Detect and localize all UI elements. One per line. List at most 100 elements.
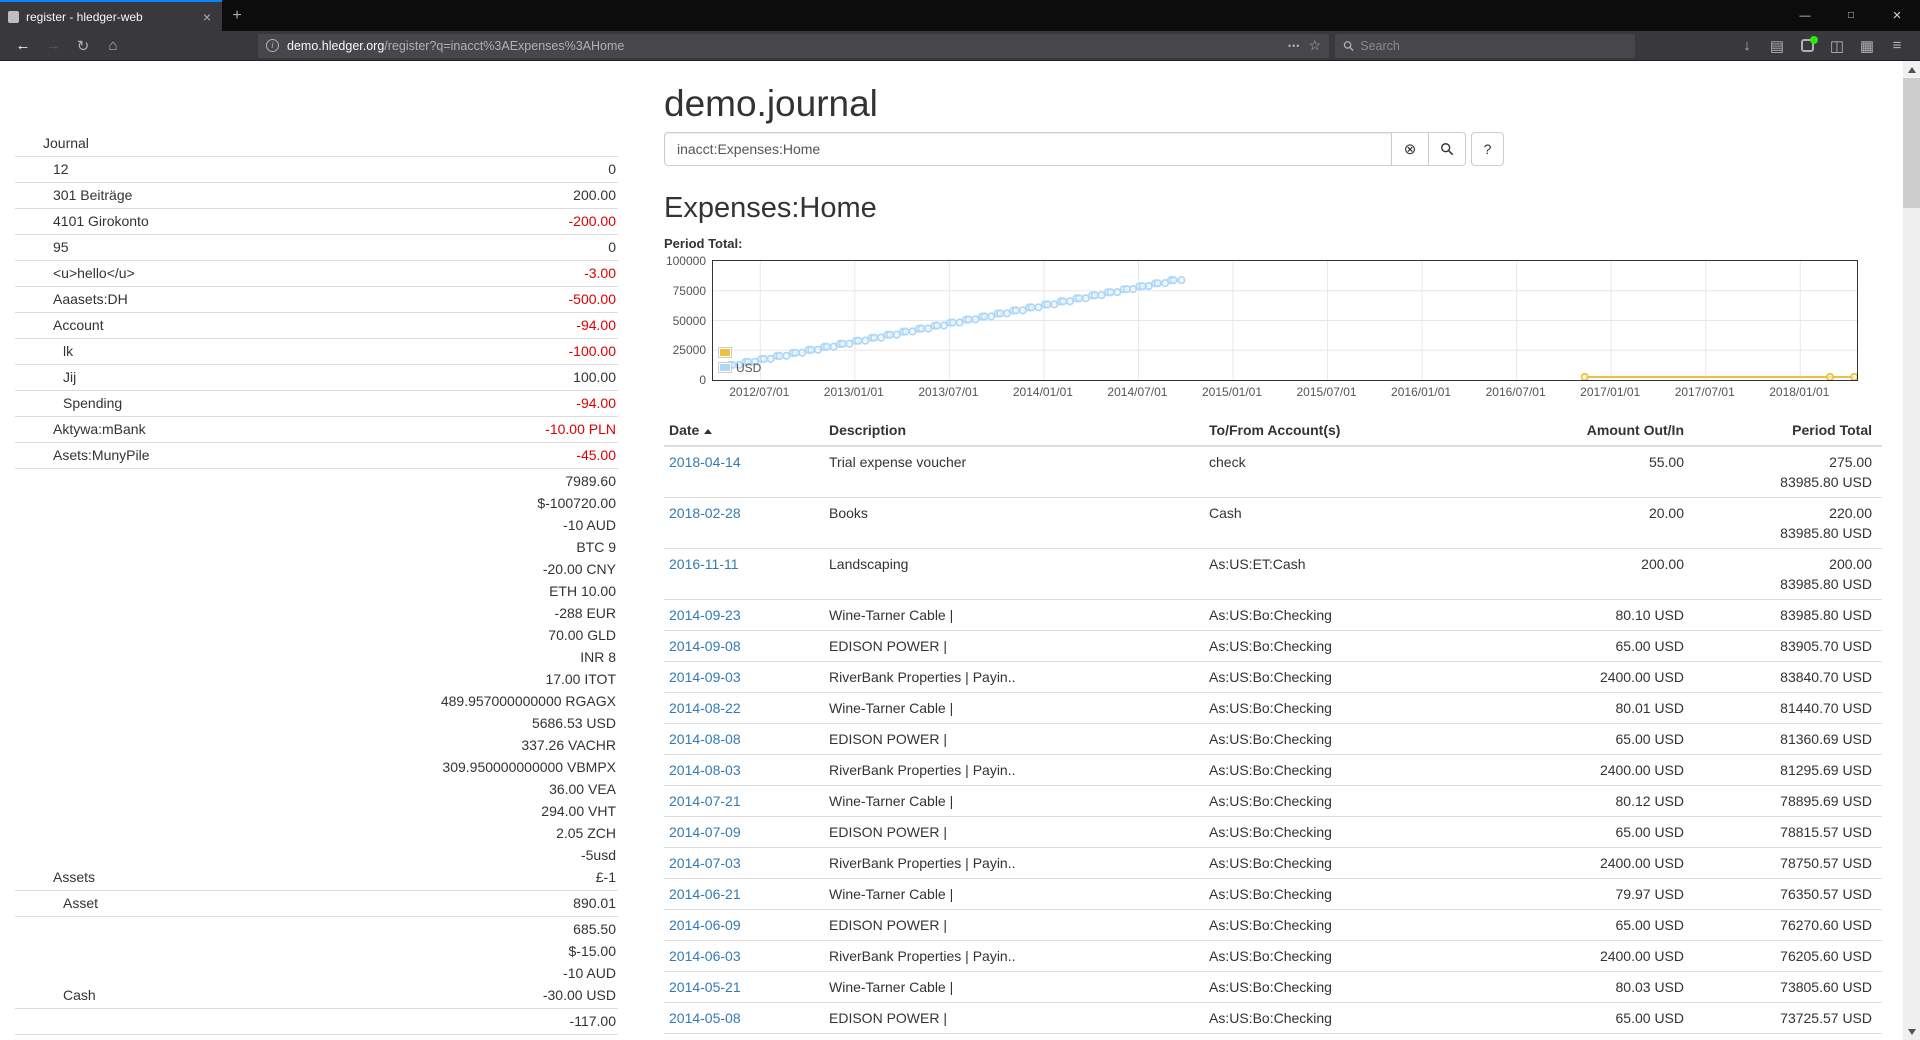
search-button[interactable] <box>1429 132 1466 166</box>
browser-search-input[interactable] <box>1360 39 1627 53</box>
url-text[interactable]: demo.hledger.org/register?q=inacct%3AExp… <box>287 39 1280 53</box>
grid-icon[interactable]: ▦ <box>1852 34 1882 58</box>
page-info-icon[interactable]: i <box>266 39 279 52</box>
account-link[interactable]: 12 <box>15 158 69 180</box>
home-icon[interactable]: ⌂ <box>98 34 128 58</box>
tab-close-icon[interactable]: × <box>200 9 214 25</box>
page-actions-icon[interactable]: ••• <box>1288 41 1300 51</box>
column-header-period-total[interactable]: Period Total <box>1694 415 1882 446</box>
transaction-amount: 2400.00 USD <box>1504 848 1694 879</box>
transaction-row[interactable]: 2014-07-21Wine-Tarner Cable |As:US:Bo:Ch… <box>664 786 1882 817</box>
transaction-date-link[interactable]: 2014-07-03 <box>669 855 741 871</box>
column-header-account[interactable]: To/From Account(s) <box>1204 415 1504 446</box>
transaction-date-link[interactable]: 2014-09-08 <box>669 638 741 654</box>
transaction-period-total: 275.0083985.80 USD <box>1694 446 1882 498</box>
page-title: demo.journal <box>664 83 1882 125</box>
url-bar[interactable]: i demo.hledger.org/register?q=inacct%3AE… <box>258 34 1329 58</box>
new-tab-button[interactable]: + <box>222 0 252 31</box>
register-chart[interactable]: 0250005000075000100000 USD 2012/07/01201… <box>664 260 1858 401</box>
transaction-row[interactable]: 2014-07-03RiverBank Properties | Payin..… <box>664 848 1882 879</box>
account-link[interactable]: Cash <box>15 984 96 1006</box>
menu-icon[interactable]: ≡ <box>1882 34 1912 58</box>
transaction-row[interactable]: 2014-06-09EDISON POWER |As:US:Bo:Checkin… <box>664 910 1882 941</box>
chart-x-axis: 2012/07/012013/01/012013/07/012014/01/01… <box>664 385 1858 401</box>
library-icon[interactable]: ▤ <box>1762 34 1792 58</box>
x-tick-label: 2013/07/01 <box>903 385 993 399</box>
downloads-icon[interactable]: ↓ <box>1732 34 1762 58</box>
transaction-date-link[interactable]: 2014-05-21 <box>669 979 741 995</box>
transaction-date-link[interactable]: 2014-06-03 <box>669 948 741 964</box>
search-input[interactable] <box>664 132 1392 166</box>
transaction-date-link[interactable]: 2014-06-21 <box>669 886 741 902</box>
transaction-date-link[interactable]: 2014-08-03 <box>669 762 741 778</box>
sidebar-toggle-icon[interactable]: ◫ <box>1822 34 1852 58</box>
window-minimize-button[interactable]: — <box>1782 0 1828 31</box>
account-link[interactable]: Spending <box>15 392 122 414</box>
transaction-description: RiverBank Properties | Payin.. <box>824 941 1204 972</box>
account-link[interactable]: Jij <box>15 366 76 388</box>
scrollbar-down-arrow[interactable] <box>1903 1023 1920 1040</box>
transaction-date-link[interactable]: 2014-05-08 <box>669 1010 741 1026</box>
journal-link[interactable]: Journal <box>15 132 89 154</box>
account-link[interactable]: 95 <box>15 236 69 258</box>
transaction-row[interactable]: 2016-11-11LandscapingAs:US:ET:Cash200.00… <box>664 549 1882 600</box>
account-link[interactable]: <u>hello</u> <box>15 262 135 284</box>
account-link[interactable]: Aktywa:mBank <box>15 418 146 440</box>
help-button[interactable]: ? <box>1471 132 1504 166</box>
window-close-button[interactable]: × <box>1874 0 1920 31</box>
transaction-row[interactable]: 2014-07-09EDISON POWER |As:US:Bo:Checkin… <box>664 817 1882 848</box>
account-link[interactable]: Aaasets:DH <box>15 288 128 310</box>
transaction-row[interactable]: 2014-08-22Wine-Tarner Cable |As:US:Bo:Ch… <box>664 693 1882 724</box>
transaction-date-link[interactable]: 2014-08-22 <box>669 700 741 716</box>
window-maximize-button[interactable]: □ <box>1828 0 1874 31</box>
column-header-date[interactable]: Date <box>664 415 824 446</box>
account-link[interactable]: 301 Beiträge <box>15 184 132 206</box>
transaction-account: Cash <box>1204 498 1504 549</box>
transaction-row[interactable]: 2014-05-08EDISON POWER |As:US:Bo:Checkin… <box>664 1003 1882 1034</box>
extension-icon[interactable] <box>1792 34 1822 58</box>
transaction-description: Wine-Tarner Cable | <box>824 972 1204 1003</box>
transaction-date-link[interactable]: 2014-09-23 <box>669 607 741 623</box>
transaction-row[interactable]: 2014-06-03 RiverBank Properties | Payin..… <box>664 941 1882 972</box>
account-link[interactable]: Assets <box>15 866 95 888</box>
account-link[interactable]: Account <box>15 314 104 336</box>
browser-tab[interactable]: register - hledger-web × <box>0 0 222 31</box>
transaction-date-link[interactable]: 2014-07-21 <box>669 793 741 809</box>
bookmark-star-icon[interactable]: ☆ <box>1308 37 1321 54</box>
transaction-date-link[interactable]: 2016-11-11 <box>669 556 739 572</box>
transaction-row[interactable]: 2014-09-23Wine-Tarner Cable |As:US:Bo:Ch… <box>664 600 1882 631</box>
browser-search-bar[interactable] <box>1335 34 1635 58</box>
transaction-row[interactable]: 2014-09-08EDISON POWER |As:US:Bo:Checkin… <box>664 631 1882 662</box>
clear-search-button[interactable]: ⊗ <box>1392 132 1429 166</box>
transaction-row[interactable]: 2014-06-21Wine-Tarner Cable |As:US:Bo:Ch… <box>664 879 1882 910</box>
transaction-row[interactable]: 2018-02-28BooksCash20.00220.0083985.80 U… <box>664 498 1882 549</box>
transaction-row[interactable]: 2014-08-08EDISON POWER |As:US:Bo:Checkin… <box>664 724 1882 755</box>
reload-icon[interactable]: ↻ <box>68 34 98 58</box>
transaction-row[interactable]: 2014-09-03RiverBank Properties | Payin..… <box>664 662 1882 693</box>
transaction-row[interactable]: 2018-04-14Trial expense vouchercheck55.0… <box>664 446 1882 498</box>
account-row: Assets7989.60$-100720.00-10 AUDBTC 9-20.… <box>15 469 618 891</box>
account-link[interactable]: Asets:MunyPile <box>15 444 149 466</box>
back-icon[interactable]: ← <box>8 34 38 58</box>
transaction-account: As:US:Bo:Checking <box>1204 972 1504 1003</box>
transaction-date-link[interactable]: 2014-07-09 <box>669 824 741 840</box>
column-header-description[interactable]: Description <box>824 415 1204 446</box>
scrollbar-up-arrow[interactable] <box>1903 61 1920 78</box>
page-scrollbar[interactable] <box>1903 61 1920 1040</box>
transaction-row[interactable]: 2014-05-21 Wine-Tarner Cable |As:US:Bo:Ch… <box>664 972 1882 1003</box>
forward-icon[interactable]: → <box>38 34 68 58</box>
transaction-description: Books <box>824 498 1204 549</box>
account-row: Jij100.00 <box>15 365 618 391</box>
transaction-date-link[interactable]: 2014-08-08 <box>669 731 741 747</box>
transaction-date-link[interactable]: 2014-06-09 <box>669 917 741 933</box>
account-link[interactable]: lk <box>15 340 73 362</box>
scrollbar-thumb[interactable] <box>1903 78 1920 208</box>
account-row: <u>hello</u>-3.00 <box>15 261 618 287</box>
account-link[interactable]: Asset <box>15 892 98 914</box>
transaction-date-link[interactable]: 2018-04-14 <box>669 454 741 470</box>
account-link[interactable]: 4101 Girokonto <box>15 210 149 232</box>
transaction-date-link[interactable]: 2014-09-03 <box>669 669 741 685</box>
transaction-date-link[interactable]: 2018-02-28 <box>669 505 741 521</box>
column-header-amount[interactable]: Amount Out/In <box>1504 415 1694 446</box>
transaction-row[interactable]: 2014-08-03RiverBank Properties | Payin..… <box>664 755 1882 786</box>
